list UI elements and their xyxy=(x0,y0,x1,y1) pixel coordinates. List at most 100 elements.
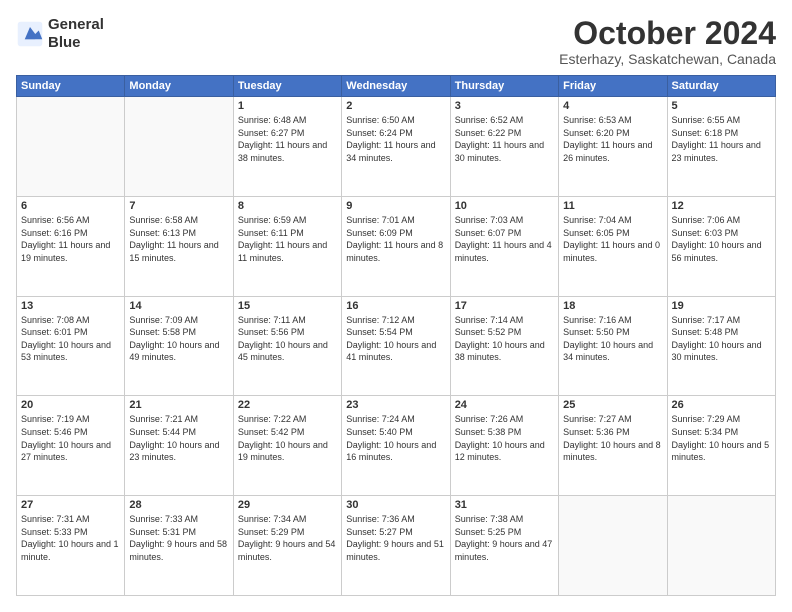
header-monday: Monday xyxy=(125,76,233,97)
day-number: 13 xyxy=(21,300,120,312)
logo-icon xyxy=(16,20,44,48)
calendar-cell: 13 Sunrise: 7:08 AM Sunset: 6:01 PM Dayli… xyxy=(17,296,125,396)
day-info: Sunrise: 6:52 AM Sunset: 6:22 PM Dayligh… xyxy=(455,114,554,164)
day-number: 24 xyxy=(455,399,554,411)
day-number: 5 xyxy=(672,100,771,112)
day-info: Sunrise: 7:04 AM Sunset: 6:05 PM Dayligh… xyxy=(563,214,662,264)
calendar-cell: 24 Sunrise: 7:26 AM Sunset: 5:38 PM Dayli… xyxy=(450,396,558,496)
day-info: Sunrise: 6:50 AM Sunset: 6:24 PM Dayligh… xyxy=(346,114,445,164)
day-info: Sunrise: 7:09 AM Sunset: 5:58 PM Dayligh… xyxy=(129,314,228,364)
page: General Blue October 2024 Esterhazy, Sas… xyxy=(0,0,792,612)
day-info: Sunrise: 7:29 AM Sunset: 5:34 PM Dayligh… xyxy=(672,413,771,463)
month-title: October 2024 xyxy=(559,16,776,51)
day-number: 6 xyxy=(21,200,120,212)
day-number: 2 xyxy=(346,100,445,112)
day-number: 10 xyxy=(455,200,554,212)
calendar-week-0: 1 Sunrise: 6:48 AM Sunset: 6:27 PM Daylig… xyxy=(17,97,776,197)
day-number: 19 xyxy=(672,300,771,312)
day-info: Sunrise: 7:01 AM Sunset: 6:09 PM Dayligh… xyxy=(346,214,445,264)
calendar-cell: 26 Sunrise: 7:29 AM Sunset: 5:34 PM Dayli… xyxy=(667,396,775,496)
day-number: 29 xyxy=(238,499,337,511)
day-number: 22 xyxy=(238,399,337,411)
day-info: Sunrise: 6:56 AM Sunset: 6:16 PM Dayligh… xyxy=(21,214,120,264)
day-number: 28 xyxy=(129,499,228,511)
calendar-cell: 6 Sunrise: 6:56 AM Sunset: 6:16 PM Daylig… xyxy=(17,196,125,296)
day-number: 1 xyxy=(238,100,337,112)
day-number: 25 xyxy=(563,399,662,411)
header-friday: Friday xyxy=(559,76,667,97)
calendar-cell: 8Sunrise: 6:59 AM Sunset: 6:11 PM Daylig… xyxy=(233,196,341,296)
title-block: October 2024 Esterhazy, Saskatchewan, Ca… xyxy=(559,16,776,67)
day-info: Sunrise: 6:53 AM Sunset: 6:20 PM Dayligh… xyxy=(563,114,662,164)
calendar-cell xyxy=(17,97,125,197)
day-info: Sunrise: 7:17 AM Sunset: 5:48 PM Dayligh… xyxy=(672,314,771,364)
day-number: 11 xyxy=(563,200,662,212)
calendar-cell: 27Sunrise: 7:31 AM Sunset: 5:33 PM Dayli… xyxy=(17,496,125,596)
day-number: 4 xyxy=(563,100,662,112)
calendar-week-3: 20 Sunrise: 7:19 AM Sunset: 5:46 PM Dayli… xyxy=(17,396,776,496)
day-number: 16 xyxy=(346,300,445,312)
header-tuesday: Tuesday xyxy=(233,76,341,97)
day-number: 20 xyxy=(21,399,120,411)
day-info: Sunrise: 7:12 AM Sunset: 5:54 PM Dayligh… xyxy=(346,314,445,364)
calendar-cell: 15 Sunrise: 7:11 AM Sunset: 5:56 PM Dayli… xyxy=(233,296,341,396)
header-saturday: Saturday xyxy=(667,76,775,97)
day-number: 14 xyxy=(129,300,228,312)
day-number: 17 xyxy=(455,300,554,312)
calendar-week-4: 27Sunrise: 7:31 AM Sunset: 5:33 PM Dayli… xyxy=(17,496,776,596)
logo: General Blue xyxy=(16,16,104,52)
header-sunday: Sunday xyxy=(17,76,125,97)
day-number: 15 xyxy=(238,300,337,312)
calendar-cell: 10 Sunrise: 7:03 AM Sunset: 6:07 PM Dayli… xyxy=(450,196,558,296)
day-info: Sunrise: 7:34 AM Sunset: 5:29 PM Dayligh… xyxy=(238,513,337,563)
calendar-cell: 12Sunrise: 7:06 AM Sunset: 6:03 PM Dayli… xyxy=(667,196,775,296)
weekday-header-row: Sunday Monday Tuesday Wednesday Thursday… xyxy=(17,76,776,97)
day-info: Sunrise: 7:26 AM Sunset: 5:38 PM Dayligh… xyxy=(455,413,554,463)
logo-text: General Blue xyxy=(48,16,104,52)
day-info: Sunrise: 7:08 AM Sunset: 6:01 PM Dayligh… xyxy=(21,314,120,364)
calendar-cell: 5 Sunrise: 6:55 AM Sunset: 6:18 PM Daylig… xyxy=(667,97,775,197)
calendar-cell: 31Sunrise: 7:38 AM Sunset: 5:25 PM Dayli… xyxy=(450,496,558,596)
calendar-cell: 18Sunrise: 7:16 AM Sunset: 5:50 PM Dayli… xyxy=(559,296,667,396)
day-info: Sunrise: 7:11 AM Sunset: 5:56 PM Dayligh… xyxy=(238,314,337,364)
day-number: 26 xyxy=(672,399,771,411)
calendar-cell: 2 Sunrise: 6:50 AM Sunset: 6:24 PM Daylig… xyxy=(342,97,450,197)
calendar-cell: 7Sunrise: 6:58 AM Sunset: 6:13 PM Daylig… xyxy=(125,196,233,296)
day-info: Sunrise: 7:24 AM Sunset: 5:40 PM Dayligh… xyxy=(346,413,445,463)
day-info: Sunrise: 7:06 AM Sunset: 6:03 PM Dayligh… xyxy=(672,214,771,264)
header: General Blue October 2024 Esterhazy, Sas… xyxy=(16,16,776,67)
day-number: 3 xyxy=(455,100,554,112)
calendar-cell: 1 Sunrise: 6:48 AM Sunset: 6:27 PM Daylig… xyxy=(233,97,341,197)
day-number: 30 xyxy=(346,499,445,511)
calendar-cell: 19 Sunrise: 7:17 AM Sunset: 5:48 PM Dayli… xyxy=(667,296,775,396)
calendar-cell xyxy=(125,97,233,197)
day-info: Sunrise: 7:03 AM Sunset: 6:07 PM Dayligh… xyxy=(455,214,554,264)
location: Esterhazy, Saskatchewan, Canada xyxy=(559,51,776,67)
calendar-cell: 22 Sunrise: 7:22 AM Sunset: 5:42 PM Dayli… xyxy=(233,396,341,496)
calendar-cell: 29 Sunrise: 7:34 AM Sunset: 5:29 PM Dayli… xyxy=(233,496,341,596)
day-number: 27 xyxy=(21,499,120,511)
day-info: Sunrise: 7:36 AM Sunset: 5:27 PM Dayligh… xyxy=(346,513,445,563)
day-info: Sunrise: 7:21 AM Sunset: 5:44 PM Dayligh… xyxy=(129,413,228,463)
calendar-cell xyxy=(667,496,775,596)
day-info: Sunrise: 6:59 AM Sunset: 6:11 PM Dayligh… xyxy=(238,214,337,264)
calendar-cell: 28 Sunrise: 7:33 AM Sunset: 5:31 PM Dayli… xyxy=(125,496,233,596)
calendar-cell: 4 Sunrise: 6:53 AM Sunset: 6:20 PM Daylig… xyxy=(559,97,667,197)
calendar-cell: 3 Sunrise: 6:52 AM Sunset: 6:22 PM Daylig… xyxy=(450,97,558,197)
day-number: 23 xyxy=(346,399,445,411)
calendar-cell: 16 Sunrise: 7:12 AM Sunset: 5:54 PM Dayli… xyxy=(342,296,450,396)
calendar-cell xyxy=(559,496,667,596)
header-thursday: Thursday xyxy=(450,76,558,97)
day-info: Sunrise: 7:14 AM Sunset: 5:52 PM Dayligh… xyxy=(455,314,554,364)
calendar-table: Sunday Monday Tuesday Wednesday Thursday… xyxy=(16,75,776,596)
day-info: Sunrise: 6:48 AM Sunset: 6:27 PM Dayligh… xyxy=(238,114,337,164)
calendar-cell: 30 Sunrise: 7:36 AM Sunset: 5:27 PM Dayli… xyxy=(342,496,450,596)
day-info: Sunrise: 6:55 AM Sunset: 6:18 PM Dayligh… xyxy=(672,114,771,164)
day-info: Sunrise: 6:58 AM Sunset: 6:13 PM Dayligh… xyxy=(129,214,228,264)
day-info: Sunrise: 7:19 AM Sunset: 5:46 PM Dayligh… xyxy=(21,413,120,463)
day-info: Sunrise: 7:22 AM Sunset: 5:42 PM Dayligh… xyxy=(238,413,337,463)
day-info: Sunrise: 7:16 AM Sunset: 5:50 PM Dayligh… xyxy=(563,314,662,364)
calendar-cell: 23 Sunrise: 7:24 AM Sunset: 5:40 PM Dayli… xyxy=(342,396,450,496)
day-info: Sunrise: 7:27 AM Sunset: 5:36 PM Dayligh… xyxy=(563,413,662,463)
day-info: Sunrise: 7:33 AM Sunset: 5:31 PM Dayligh… xyxy=(129,513,228,563)
